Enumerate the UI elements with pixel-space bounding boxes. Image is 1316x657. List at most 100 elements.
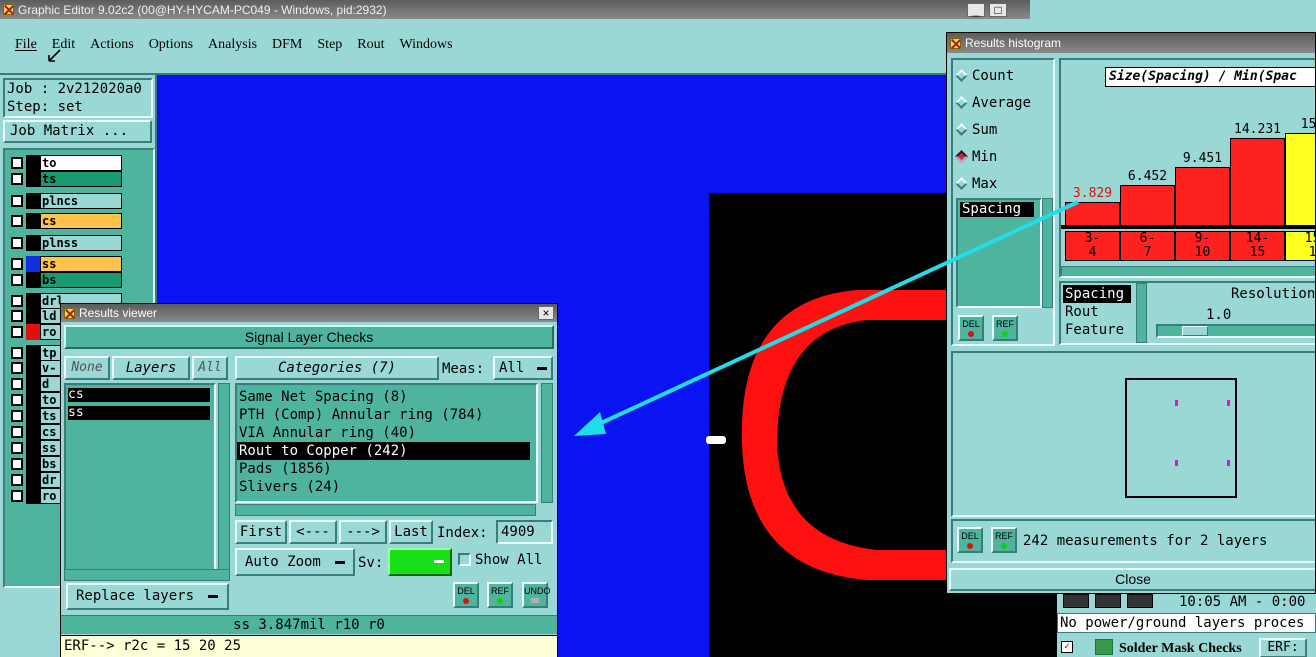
- layers-hscrollbar[interactable]: [64, 569, 230, 581]
- layer-row[interactable]: cs: [11, 213, 122, 229]
- layer-visibility-checkbox[interactable]: [11, 215, 23, 227]
- auto-zoom-button[interactable]: Auto Zoom: [235, 548, 355, 576]
- menu-step[interactable]: Step: [317, 37, 342, 53]
- layer-visibility-checkbox[interactable]: [11, 347, 23, 359]
- category-item[interactable]: PTH (Comp) Annular ring (784): [237, 406, 530, 424]
- layer-visibility-checkbox[interactable]: [11, 378, 23, 390]
- attr-item-rout[interactable]: Rout: [1063, 303, 1133, 321]
- replace-layers-button[interactable]: Replace layers: [66, 583, 229, 610]
- show-all-checkbox[interactable]: [458, 553, 471, 566]
- mode-radio-max[interactable]: Max: [953, 170, 1053, 197]
- list-item-spacing[interactable]: Spacing: [960, 202, 1034, 217]
- preview-ref-button[interactable]: REF: [991, 527, 1017, 553]
- check-checkbox[interactable]: ✓: [1061, 641, 1073, 653]
- layer-visibility-checkbox[interactable]: [11, 474, 23, 486]
- category-item[interactable]: Rout to Copper (242): [237, 442, 530, 460]
- layer-visibility-checkbox[interactable]: [11, 274, 23, 286]
- layer-visibility-checkbox[interactable]: [11, 326, 23, 338]
- layer-row[interactable]: ts: [11, 171, 122, 187]
- category-item[interactable]: Slivers (24): [237, 478, 530, 496]
- category-item[interactable]: Pads (1856): [237, 460, 530, 478]
- categories-hscrollbar[interactable]: [235, 504, 536, 516]
- layers-scrollbar[interactable]: [218, 383, 230, 571]
- layer-visibility-checkbox[interactable]: [11, 458, 23, 470]
- histogram-item-list[interactable]: Spacing: [956, 198, 1042, 308]
- mode-radio-count[interactable]: Count: [953, 62, 1053, 89]
- layer-list-item[interactable]: ss: [68, 406, 210, 420]
- category-item[interactable]: VIA Annular ring (40): [237, 424, 530, 442]
- mode-radio-average[interactable]: Average: [953, 89, 1053, 116]
- layer-name[interactable]: bs: [40, 272, 122, 288]
- undo-button[interactable]: UNDO: [522, 582, 551, 608]
- layer-name[interactable]: cs: [40, 213, 122, 229]
- layer-name[interactable]: to: [40, 155, 122, 171]
- severity-color-select[interactable]: [388, 548, 452, 576]
- layer-visibility-checkbox[interactable]: [11, 442, 23, 454]
- layer-visibility-checkbox[interactable]: [11, 426, 23, 438]
- histogram-list-scrollbar[interactable]: [1042, 198, 1053, 308]
- menu-rout[interactable]: Rout: [357, 37, 384, 53]
- results-viewer-close-button[interactable]: ×: [538, 306, 554, 320]
- nav-icon[interactable]: [1063, 594, 1089, 608]
- attribute-scrollbar[interactable]: [1136, 283, 1147, 343]
- menu-options[interactable]: Options: [149, 37, 193, 53]
- meas-select[interactable]: All: [493, 356, 553, 380]
- layer-visibility-checkbox[interactable]: [11, 490, 23, 502]
- mode-radio-min[interactable]: Min: [953, 143, 1053, 170]
- slider-thumb[interactable]: [1182, 326, 1208, 336]
- maximize-button[interactable]: □: [989, 3, 1007, 17]
- categories-button[interactable]: Categories (7): [235, 356, 439, 380]
- preview-del-button[interactable]: DEL: [957, 527, 983, 553]
- next-button[interactable]: --->: [339, 520, 387, 544]
- layer-visibility-checkbox[interactable]: [11, 258, 23, 270]
- erf-button[interactable]: ERF:: [1259, 638, 1307, 657]
- ref-button[interactable]: REF: [487, 582, 513, 608]
- layer-visibility-checkbox[interactable]: [11, 310, 23, 322]
- menu-file[interactable]: File: [15, 37, 37, 53]
- layer-visibility-checkbox[interactable]: [11, 295, 23, 307]
- layer-row[interactable]: plnss: [11, 235, 122, 251]
- histogram-bar[interactable]: [1175, 167, 1230, 225]
- layer-visibility-checkbox[interactable]: [11, 157, 23, 169]
- menu-windows[interactable]: Windows: [400, 37, 453, 53]
- layer-name[interactable]: plnss: [40, 235, 122, 251]
- nav-icon[interactable]: [1095, 594, 1121, 608]
- layer-name[interactable]: ss: [40, 256, 122, 272]
- mode-radio-sum[interactable]: Sum: [953, 116, 1053, 143]
- previous-button[interactable]: <---: [289, 520, 337, 544]
- resolution-slider[interactable]: [1156, 324, 1315, 338]
- all-button[interactable]: All: [192, 356, 228, 380]
- layer-list-item[interactable]: cs: [68, 388, 210, 402]
- attr-item-spacing[interactable]: Spacing: [1063, 285, 1131, 303]
- attr-item-feature[interactable]: Feature: [1063, 321, 1133, 339]
- layer-visibility-checkbox[interactable]: [11, 410, 23, 422]
- categories-list[interactable]: Same Net Spacing (8) PTH (Comp) Annular r…: [235, 383, 538, 503]
- histogram-ref-button[interactable]: REF: [992, 315, 1018, 341]
- layers-button[interactable]: Layers: [112, 356, 190, 380]
- index-input[interactable]: 4909: [496, 520, 553, 544]
- layer-visibility-checkbox[interactable]: [11, 237, 23, 249]
- attribute-list[interactable]: Spacing Rout Feature: [1063, 285, 1133, 339]
- layer-visibility-checkbox[interactable]: [11, 362, 23, 374]
- layer-row[interactable]: bs: [11, 272, 122, 288]
- layer-row[interactable]: ss: [11, 256, 122, 272]
- menu-actions[interactable]: Actions: [90, 37, 134, 53]
- histogram-close-button[interactable]: Close: [949, 568, 1315, 591]
- menu-dfm[interactable]: DFM: [272, 37, 302, 53]
- layer-row[interactable]: plncs: [11, 193, 122, 209]
- first-button[interactable]: First: [235, 520, 287, 544]
- layer-visibility-checkbox[interactable]: [11, 173, 23, 185]
- job-matrix-button[interactable]: Job Matrix ...: [3, 120, 152, 143]
- layer-visibility-checkbox[interactable]: [11, 195, 23, 207]
- none-button[interactable]: None: [64, 356, 110, 380]
- signal-layer-checks-header[interactable]: Signal Layer Checks: [64, 325, 554, 349]
- histogram-bar[interactable]: [1065, 202, 1120, 225]
- nav-icon[interactable]: [1127, 594, 1153, 608]
- layer-name[interactable]: ts: [40, 171, 122, 187]
- layer-name[interactable]: plncs: [40, 193, 122, 209]
- layer-row[interactable]: to: [11, 155, 122, 171]
- menu-analysis[interactable]: Analysis: [208, 37, 257, 53]
- last-button[interactable]: Last: [389, 520, 433, 544]
- histogram-bar[interactable]: [1230, 138, 1285, 225]
- histogram-bar[interactable]: [1285, 133, 1315, 225]
